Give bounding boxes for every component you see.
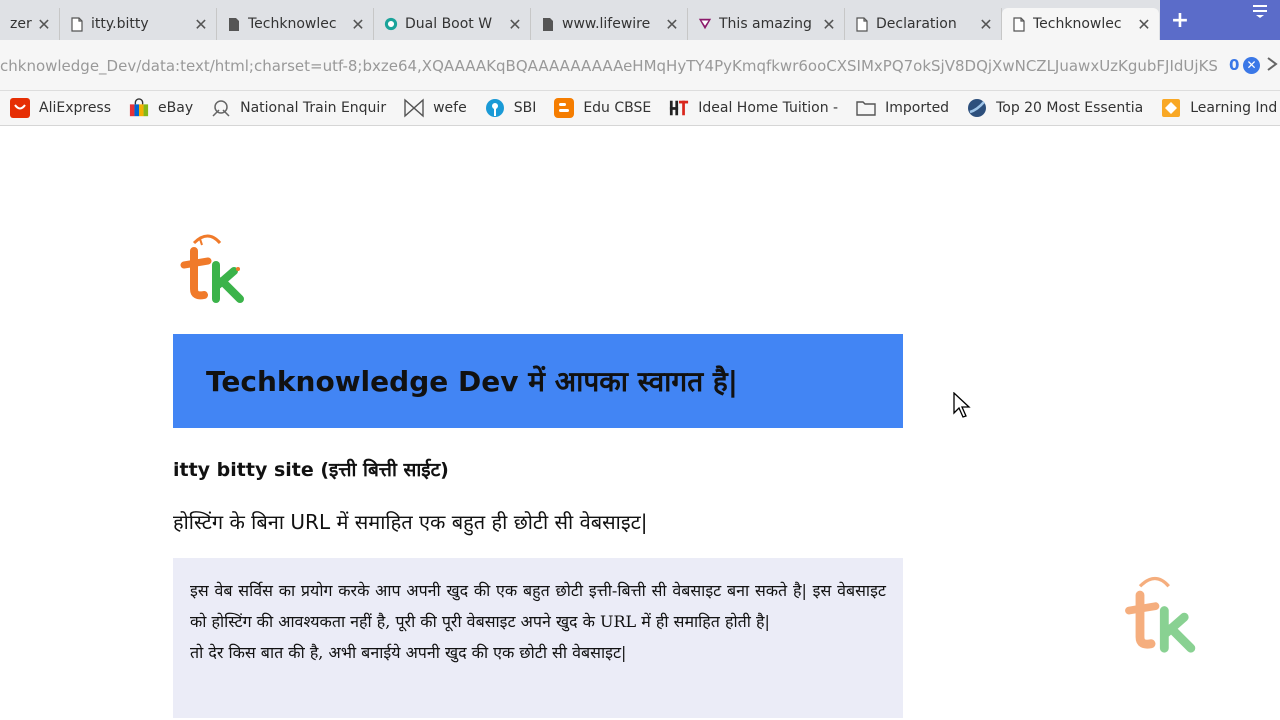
close-icon[interactable]: ✕ xyxy=(822,15,836,34)
tab-2[interactable]: Techknowlec ✕ xyxy=(217,8,374,40)
mouse-cursor-icon xyxy=(953,392,971,418)
bookmark-learning-ind[interactable]: Learning Ind xyxy=(1161,98,1277,118)
ht-logo-icon xyxy=(669,98,689,118)
ebay-bag-icon xyxy=(129,98,149,118)
sbi-icon xyxy=(485,98,505,118)
bookmark-edu-cbse[interactable]: Edu CBSE xyxy=(554,98,651,118)
bookmark-label: Imported xyxy=(885,100,950,116)
bookmark-label: Ideal Home Tuition - xyxy=(698,100,839,116)
welcome-banner: Techknowledge Dev में आपका स्वागत है| xyxy=(173,334,903,428)
tk-watermark-logo xyxy=(1125,576,1196,653)
bookmark-label: Top 20 Most Essentia xyxy=(996,100,1144,116)
tab-4[interactable]: www.lifewire ✕ xyxy=(531,8,688,40)
info-paragraph: तो देर किस बात की है, अभी बनाईये अपनी खु… xyxy=(190,643,627,662)
info-box: इस वेब सर्विस का प्रयोग करके आप अपनी खुद… xyxy=(173,558,903,718)
blogger-icon xyxy=(554,98,575,118)
close-icon[interactable]: ✕ xyxy=(351,15,365,34)
go-arrow-icon[interactable] xyxy=(1266,56,1278,76)
tk-logo xyxy=(180,234,244,303)
tab-title: Techknowlec xyxy=(248,16,337,32)
bowtie-icon xyxy=(404,98,424,118)
close-icon[interactable]: ✕ xyxy=(979,15,993,34)
site-heading: itty bitty site (इत्ती बित्ती साईट) xyxy=(173,459,449,481)
tab-title: Dual Boot W xyxy=(405,16,493,32)
close-icon[interactable]: ✕ xyxy=(1137,15,1151,34)
tab-1[interactable]: itty.bitty ✕ xyxy=(60,8,217,40)
diamond-icon xyxy=(1161,98,1181,118)
site-subtitle: होस्टिंग के बिना URL में समाहित एक बहुत … xyxy=(173,510,648,534)
url-field[interactable]: chknowledge_Dev/data:text/html;charset=u… xyxy=(0,57,1222,75)
folder-icon xyxy=(856,98,876,118)
info-paragraph: इस वेब सर्विस का प्रयोग करके आप अपनी खुद… xyxy=(190,581,886,631)
tab-3[interactable]: Dual Boot W ✕ xyxy=(374,8,531,40)
tab-title: Declaration xyxy=(876,16,957,32)
tab-title: itty.bitty xyxy=(91,16,149,32)
tab-title: www.lifewire xyxy=(562,16,651,32)
tab-0[interactable]: zer ✕ xyxy=(0,8,60,40)
page-content: Techknowledge Dev में आपका स्वागत है| it… xyxy=(0,126,1280,720)
bookmarks-bar: AliExpress eBay National Train Enquir we… xyxy=(0,91,1280,126)
tab-5[interactable]: This amazing ✕ xyxy=(688,8,845,40)
bookmark-wefe[interactable]: wefe xyxy=(404,98,467,118)
tab-menu-button[interactable] xyxy=(1200,0,1280,40)
document-icon xyxy=(1012,16,1026,32)
tab-7-active[interactable]: Techknowlec ✕ xyxy=(1002,8,1159,40)
bookmark-label: Edu CBSE xyxy=(583,100,652,116)
document-icon xyxy=(227,16,241,32)
new-tab-button[interactable]: + xyxy=(1160,0,1200,40)
v-logo-icon xyxy=(698,16,712,32)
close-icon[interactable]: ✕ xyxy=(665,15,679,34)
clear-url-icon[interactable]: ✕ xyxy=(1243,57,1260,74)
document-icon xyxy=(855,16,869,32)
bookmark-aliexpress[interactable]: AliExpress xyxy=(10,98,111,118)
bookmark-ebay[interactable]: eBay xyxy=(129,98,193,118)
tab-title: zer xyxy=(10,16,32,32)
bookmark-label: eBay xyxy=(158,100,194,116)
tab-strip: zer ✕ itty.bitty ✕ Techknowlec ✕ Dual Bo… xyxy=(0,0,1280,40)
teal-globe-icon xyxy=(384,16,398,32)
bookmark-label: SBI xyxy=(513,100,537,116)
address-bar: chknowledge_Dev/data:text/html;charset=u… xyxy=(0,40,1280,91)
tab-title: This amazing xyxy=(719,16,812,32)
menu-icon xyxy=(1253,5,1267,18)
document-icon xyxy=(541,16,555,32)
close-icon[interactable]: ✕ xyxy=(37,15,51,34)
bookmark-label: National Train Enquir xyxy=(240,100,387,116)
document-icon xyxy=(70,16,84,32)
close-icon[interactable]: ✕ xyxy=(194,15,208,34)
page-title: Techknowledge Dev में आपका स्वागत है| xyxy=(206,365,739,398)
aliexpress-icon xyxy=(10,98,30,118)
bookmark-top-20[interactable]: Top 20 Most Essentia xyxy=(967,98,1143,118)
tab-title: Techknowlec xyxy=(1033,16,1122,32)
globe-icon xyxy=(967,98,987,118)
tabs: zer ✕ itty.bitty ✕ Techknowlec ✕ Dual Bo… xyxy=(0,4,1160,40)
bookmark-label: AliExpress xyxy=(39,100,112,116)
bookmark-label: wefe xyxy=(433,100,467,116)
bookmark-sbi[interactable]: SBI xyxy=(485,98,537,118)
tab-6[interactable]: Declaration ✕ xyxy=(845,8,1002,40)
train-icon xyxy=(211,98,231,118)
close-icon[interactable]: ✕ xyxy=(508,15,522,34)
bookmark-folder-imported[interactable]: Imported xyxy=(856,98,949,118)
bookmark-national-train-enquiry[interactable]: National Train Enquir xyxy=(211,98,386,118)
url-count-badge: 0 xyxy=(1229,56,1240,74)
bookmark-label: Learning Ind xyxy=(1190,100,1278,116)
bookmark-ideal-home-tuition[interactable]: Ideal Home Tuition - xyxy=(669,98,838,118)
